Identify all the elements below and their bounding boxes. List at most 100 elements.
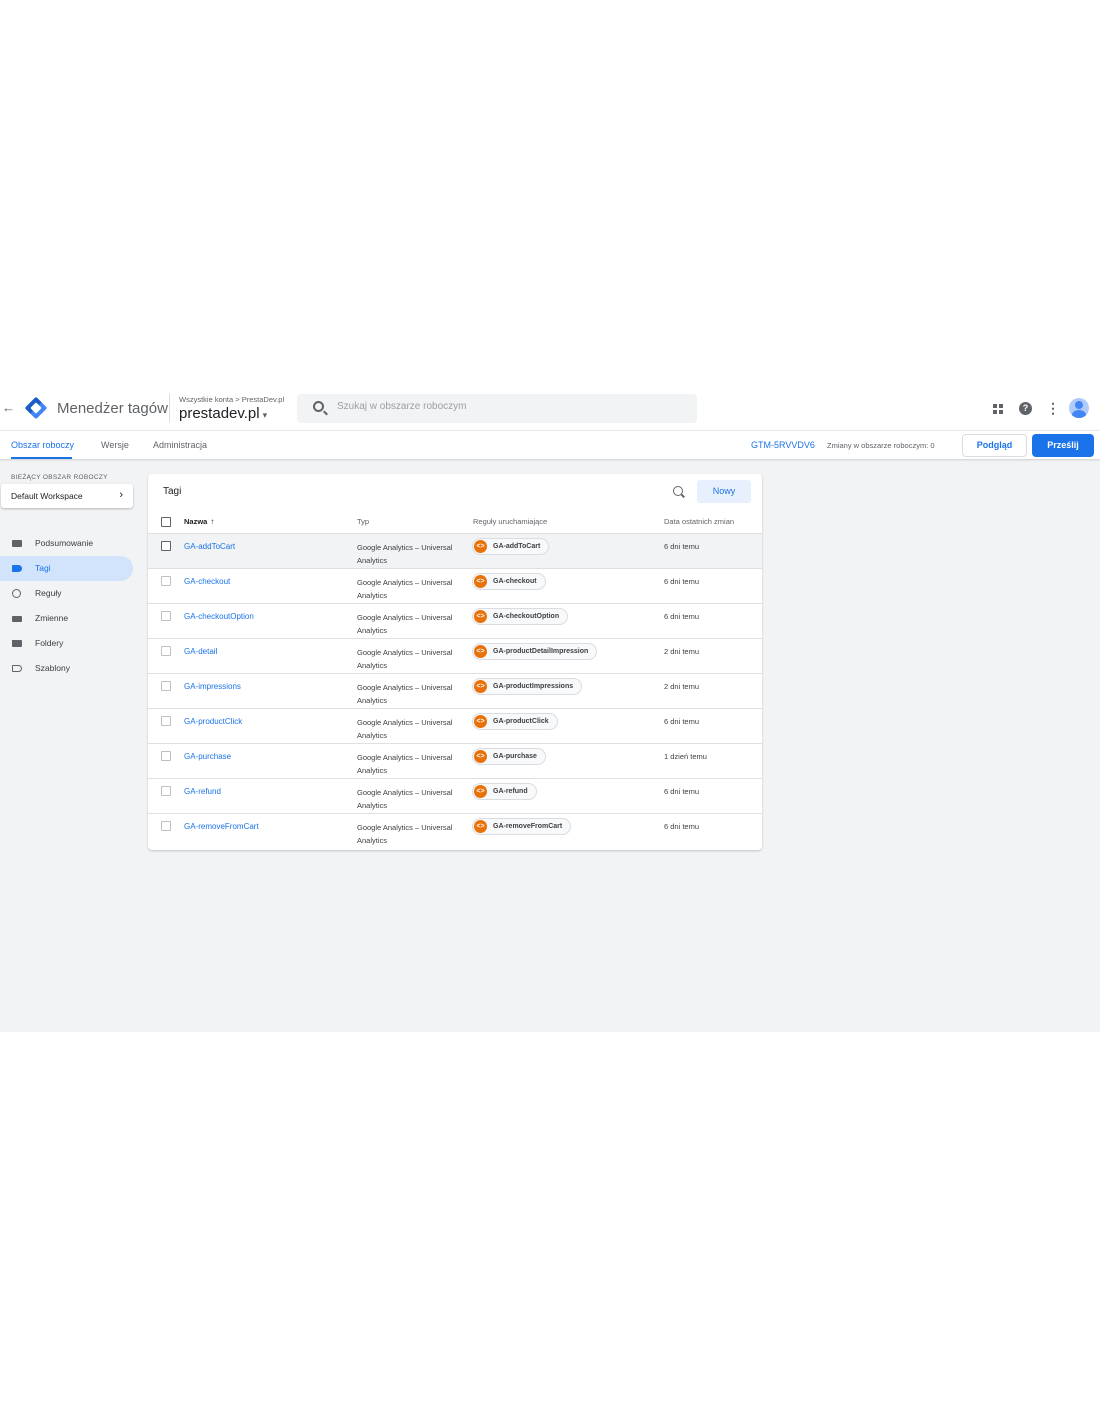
table-row[interactable]: GA-refund Google Analytics – Universal A… [148,779,762,814]
container-id[interactable]: GTM-5RVVDV6 [751,440,815,450]
workspace-selector[interactable]: Default Workspace › [1,484,133,508]
row-checkbox[interactable] [161,611,171,621]
search-icon[interactable] [673,486,683,496]
container-name: prestadev.pl [179,405,260,422]
row-checkbox[interactable] [161,751,171,761]
tab-workspace[interactable]: Obszar roboczy [11,440,74,450]
sidebar-item-variables[interactable]: Zmienne [0,606,133,631]
tag-type: Google Analytics – Universal Analytics [357,753,453,775]
tag-type: Google Analytics – Universal Analytics [357,718,453,740]
folder-icon [12,640,22,647]
row-checkbox[interactable] [161,541,171,551]
column-type-header[interactable]: Typ [357,517,369,526]
chevron-right-icon: › [119,489,123,501]
tag-name-link[interactable]: GA-impressions [184,682,241,691]
last-edited: 6 dni temu [664,787,700,796]
table-row[interactable]: GA-removeFromCart Google Analytics – Uni… [148,814,762,849]
row-checkbox[interactable] [161,821,171,831]
table-header: Nazwa ↑ Typ Reguły uruchamiające Data ost… [148,512,762,534]
search-input[interactable] [337,401,677,412]
tag-name-link[interactable]: GA-checkout [184,577,230,586]
trigger-code-icon: <> [474,750,487,763]
container-selector[interactable]: prestadev.pl ▾ [179,405,267,422]
table-row[interactable]: GA-detail Google Analytics – Universal A… [148,639,762,674]
row-checkbox[interactable] [161,576,171,586]
table-row[interactable]: GA-productClick Google Analytics – Unive… [148,709,762,744]
trigger-chip[interactable]: <> GA-addToCart [472,538,550,555]
apps-grid-icon[interactable] [993,404,1003,414]
product-name: Menedżer tagów [57,400,168,417]
tag-name-link[interactable]: GA-refund [184,787,221,796]
trigger-label: GA-addToCart [493,543,541,550]
last-edited: 6 dni temu [664,717,700,726]
header-divider [169,394,170,422]
sidebar-item-overview[interactable]: Podsumowanie [0,531,133,556]
tag-type: Google Analytics – Universal Analytics [357,648,453,670]
row-checkbox[interactable] [161,786,171,796]
table-row[interactable]: GA-addToCart Google Analytics – Universa… [148,534,762,569]
tag-name-link[interactable]: GA-productClick [184,717,242,726]
last-edited: 6 dni temu [664,577,700,586]
preview-button[interactable]: Podgląd [962,434,1027,457]
template-icon [12,665,22,672]
tag-name-link[interactable]: GA-detail [184,647,217,656]
row-checkbox[interactable] [161,681,171,691]
row-checkbox[interactable] [161,646,171,656]
tab-admin[interactable]: Administracja [153,440,207,450]
row-checkbox[interactable] [161,716,171,726]
tag-name-link[interactable]: GA-checkoutOption [184,612,254,621]
trigger-code-icon: <> [474,575,487,588]
last-edited: 2 dni temu [664,682,700,691]
select-all-checkbox[interactable] [161,517,171,527]
tag-name-link[interactable]: GA-addToCart [184,542,235,551]
trigger-chip[interactable]: <> GA-refund [472,783,537,800]
help-icon[interactable]: ? [1019,402,1032,415]
trigger-chip[interactable]: <> GA-productDetailImpression [472,643,598,660]
sidebar-item-folders[interactable]: Foldery [0,631,133,656]
trigger-code-icon: <> [474,680,487,693]
sidebar-item-tags[interactable]: Tagi [0,556,133,581]
back-arrow-icon[interactable]: ← [2,400,15,415]
tab-bar: Obszar roboczy Wersje Administracja GTM-… [0,430,1100,459]
sidebar-item-label: Foldery [35,638,64,648]
last-edited: 6 dni temu [664,612,700,621]
more-vert-icon[interactable]: ⋮ [1046,400,1060,417]
gtm-app: ← Menedżer tagów Wszystkie konta > Prest… [0,386,1100,1032]
column-triggers-header[interactable]: Reguły uruchamiające [473,517,547,526]
trigger-chip[interactable]: <> GA-removeFromCart [472,818,572,835]
trigger-chip[interactable]: <> GA-productClick [472,713,558,730]
tab-versions[interactable]: Wersje [101,440,129,450]
last-edited: 2 dni temu [664,647,700,656]
last-edited: 6 dni temu [664,822,700,831]
tag-name-link[interactable]: GA-purchase [184,752,231,761]
table-row[interactable]: GA-impressions Google Analytics – Univer… [148,674,762,709]
table-row[interactable]: GA-purchase Google Analytics – Universal… [148,744,762,779]
column-name-header[interactable]: Nazwa ↑ [184,517,214,526]
search-box[interactable] [297,394,697,423]
new-tag-button[interactable]: Nowy [697,480,751,503]
trigger-chip[interactable]: <> GA-productImpressions [472,678,583,695]
trigger-code-icon: <> [474,820,487,833]
sidebar-item-label: Podsumowanie [35,538,94,548]
sidebar-nav: Podsumowanie Tagi Reguły Zmienne Foldery… [0,531,134,681]
tag-name-link[interactable]: GA-removeFromCart [184,822,259,831]
table-row[interactable]: GA-checkoutOption Google Analytics – Uni… [148,604,762,639]
sidebar-item-templates[interactable]: Szablony [0,656,133,681]
workspace-label: BIEŻĄCY OBSZAR ROBOCZY [11,474,108,481]
last-edited: 6 dni temu [664,542,700,551]
trigger-chip[interactable]: <> GA-checkoutOption [472,608,569,625]
breadcrumb[interactable]: Wszystkie konta > PrestaDev.pl [179,395,284,404]
sidebar-item-triggers[interactable]: Reguły [0,581,133,606]
trigger-icon [12,589,21,598]
briefcase-icon [12,540,22,547]
avatar[interactable] [1069,398,1089,418]
gtm-logo-icon [24,396,48,420]
tag-type: Google Analytics – Universal Analytics [357,613,453,635]
sidebar-item-label: Zmienne [35,613,69,623]
table-row[interactable]: GA-checkout Google Analytics – Universal… [148,569,762,604]
trigger-chip[interactable]: <> GA-purchase [472,748,546,765]
submit-button[interactable]: Prześlij [1032,434,1094,457]
trigger-chip[interactable]: <> GA-checkout [472,573,546,590]
tag-type: Google Analytics – Universal Analytics [357,543,453,565]
column-date-header[interactable]: Data ostatnich zmian [664,517,734,526]
